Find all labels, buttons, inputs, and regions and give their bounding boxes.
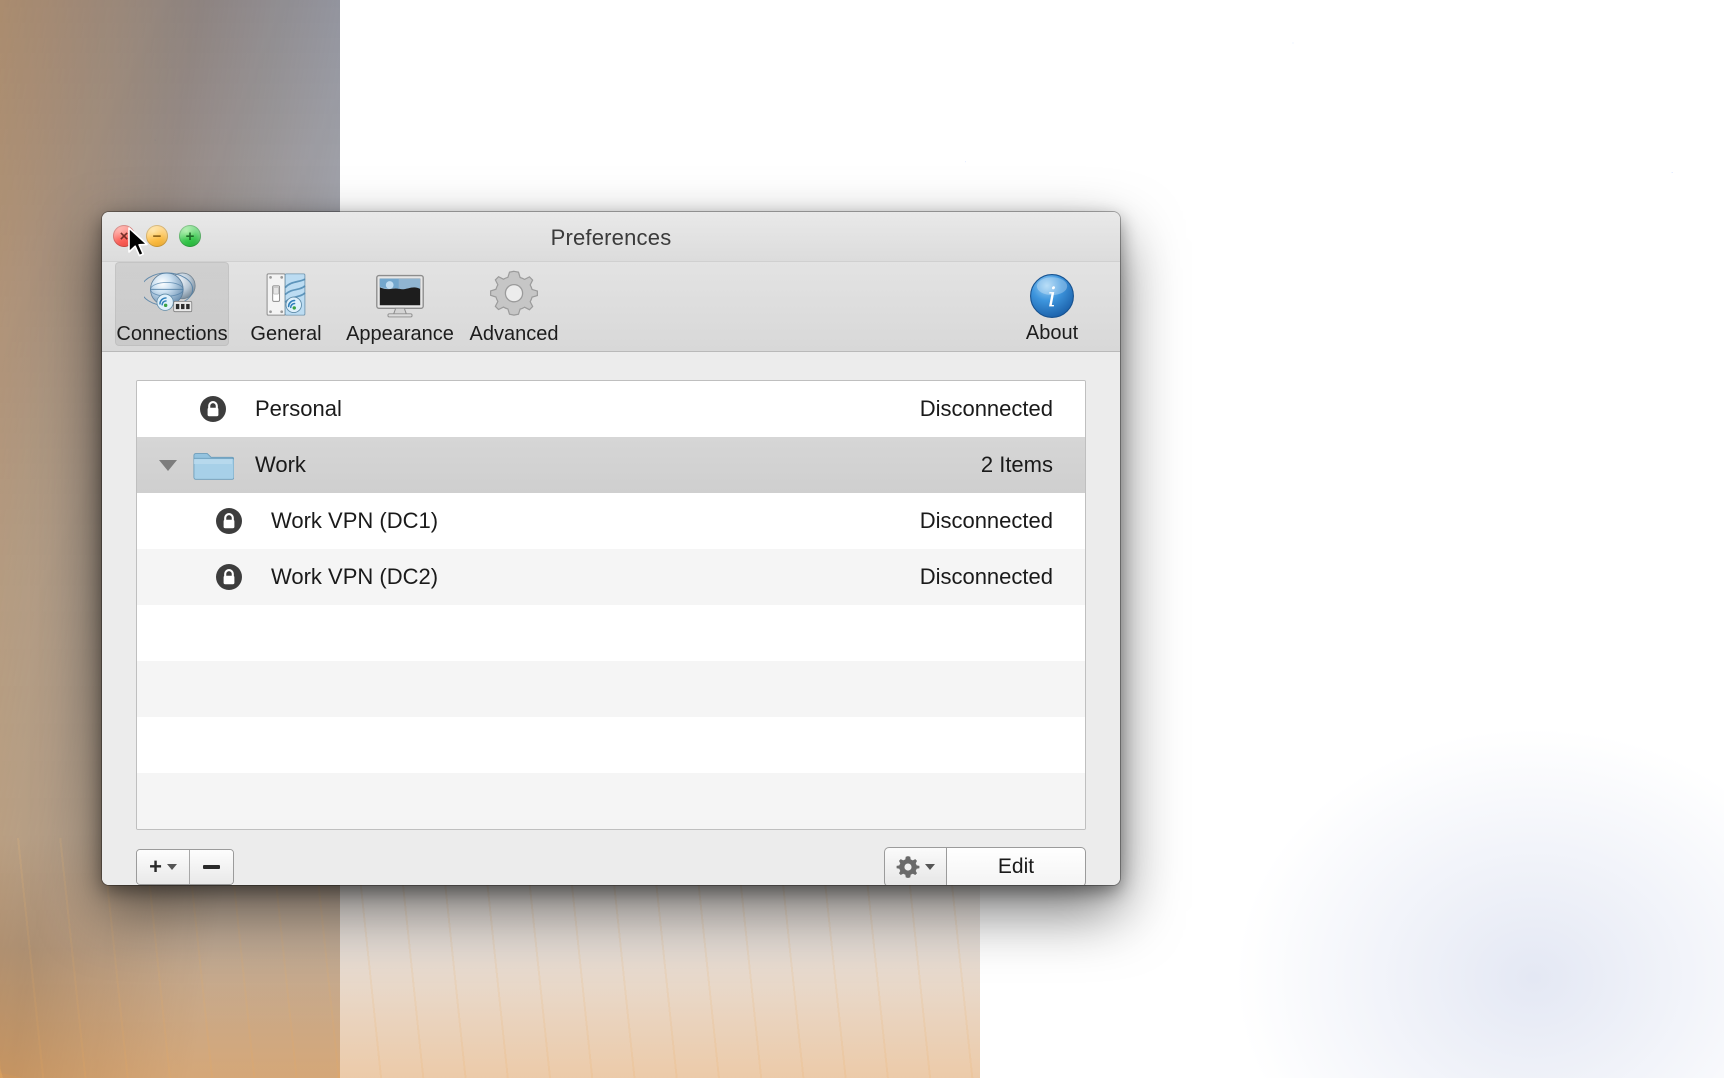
plus-icon: + — [149, 854, 162, 879]
toolbar-label-appearance: Appearance — [346, 323, 454, 345]
row-status: Disconnected — [919, 396, 1053, 421]
empty-row — [137, 717, 1085, 773]
list-action-bar: + Edit — [102, 830, 1120, 885]
edit-controls: Edit — [884, 847, 1086, 885]
toolbar-item-about[interactable]: i About — [996, 262, 1108, 346]
row-title: Work — [255, 452, 306, 477]
desktop-wallpaper: × − + Preferences Connections General Ap… — [0, 0, 1724, 1078]
chevron-down-icon — [925, 864, 935, 870]
toolbar-item-general[interactable]: General — [229, 262, 343, 346]
window-titlebar[interactable]: × − + Preferences — [102, 212, 1120, 262]
lock-icon — [216, 564, 242, 590]
svg-text:i: i — [1048, 283, 1057, 314]
row-icon-cell — [201, 507, 257, 535]
toolbar-label-general: General — [250, 323, 322, 345]
minus-icon — [203, 865, 220, 869]
switch-wave-icon — [266, 273, 306, 316]
display-monitor-icon — [376, 274, 424, 318]
toolbar-item-advanced[interactable]: Advanced — [457, 262, 571, 346]
gear-icon — [490, 270, 538, 316]
globe-network-icon — [144, 272, 196, 313]
info-circle-icon: i — [1030, 274, 1074, 318]
lock-icon — [200, 396, 226, 422]
row-title: Work VPN (DC1) — [271, 508, 439, 533]
empty-row — [137, 773, 1085, 829]
lock-icon — [216, 508, 242, 534]
row-title: Work VPN (DC2) — [271, 564, 439, 589]
table-row[interactable]: Personal Disconnected — [137, 381, 1085, 437]
folder-icon — [193, 453, 234, 480]
remove-connection-button[interactable] — [189, 850, 233, 884]
empty-row — [137, 661, 1085, 717]
gear-icon — [896, 856, 920, 879]
toolbar-label-advanced: Advanced — [469, 323, 559, 345]
row-title: Personal — [255, 396, 342, 421]
table-row[interactable]: Work VPN (DC2) Disconnected — [137, 549, 1085, 605]
connections-pane: Personal Disconnected Work 2 Items Work … — [102, 352, 1120, 830]
add-connection-button[interactable]: + — [137, 850, 189, 884]
chevron-down-icon — [159, 459, 177, 471]
chevron-down-icon — [166, 864, 177, 870]
row-status: Disconnected — [919, 564, 1053, 589]
connections-list[interactable]: Personal Disconnected Work 2 Items Work … — [136, 380, 1086, 830]
preferences-toolbar: Connections General Appearance Advanced … — [102, 262, 1120, 352]
empty-row — [137, 605, 1085, 661]
row-status: Disconnected — [919, 508, 1053, 533]
table-row[interactable]: Work VPN (DC1) Disconnected — [137, 493, 1085, 549]
preferences-window: × − + Preferences Connections General Ap… — [102, 212, 1120, 885]
disclosure-triangle[interactable] — [151, 459, 185, 471]
toolbar-label-about: About — [1025, 322, 1079, 344]
toolbar-item-connections[interactable]: Connections — [115, 262, 229, 346]
row-icon-cell — [185, 448, 241, 482]
action-menu-button[interactable] — [884, 847, 946, 885]
table-row[interactable]: Work 2 Items — [137, 437, 1085, 493]
row-status: 2 Items — [980, 452, 1053, 477]
wallpaper-glow — [1224, 718, 1724, 1078]
toolbar-item-appearance[interactable]: Appearance — [343, 262, 457, 346]
add-remove-segmented-control: + — [136, 849, 234, 885]
toolbar-label-connections: Connections — [116, 323, 228, 345]
window-title: Preferences — [550, 225, 672, 250]
row-icon-cell — [201, 563, 257, 591]
edit-button[interactable]: Edit — [946, 847, 1086, 885]
row-icon-cell — [185, 395, 241, 423]
